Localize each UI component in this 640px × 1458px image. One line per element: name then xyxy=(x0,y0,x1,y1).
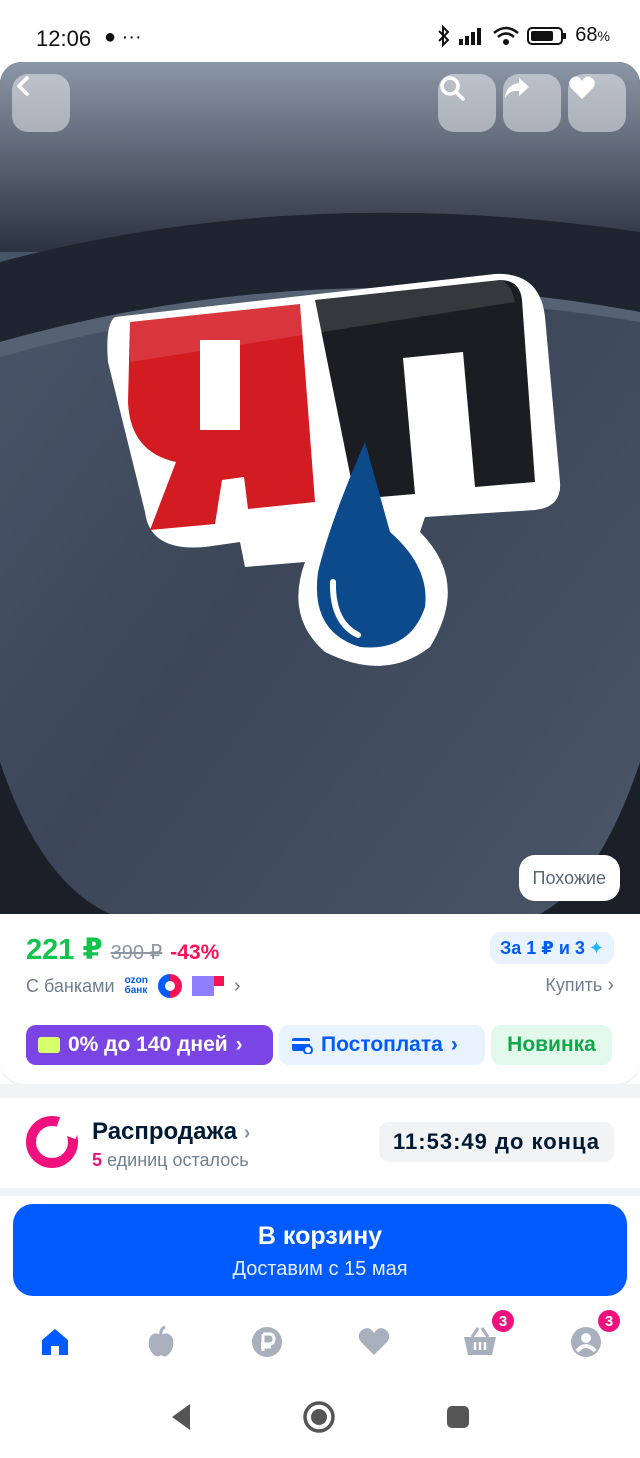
chevron-right-icon: › xyxy=(450,1033,458,1056)
fresh-icon xyxy=(148,1325,174,1357)
back-button[interactable] xyxy=(12,74,70,132)
add-to-cart-button[interactable]: В корзину Доставим с 15 мая xyxy=(13,1204,627,1296)
search-button[interactable] xyxy=(438,74,496,132)
home-icon xyxy=(42,1329,68,1355)
add-to-cart-label: В корзину xyxy=(257,1222,383,1250)
banks-row[interactable]: С банками ozon банк › xyxy=(26,974,241,998)
price-card: 221 ₽ 390 ₽ -43% За 1 ₽ и 3 ✦ С банками … xyxy=(0,914,640,1084)
similar-button[interactable]: Похожие xyxy=(518,855,620,901)
postpay-card-icon xyxy=(292,1038,313,1054)
price-row: 221 ₽ 390 ₽ -43% xyxy=(26,932,219,967)
product-photo xyxy=(0,62,640,914)
share-icon xyxy=(505,78,529,98)
nav-favorites[interactable] xyxy=(352,1320,396,1364)
favorites-icon xyxy=(358,1328,390,1355)
battery-icon xyxy=(527,26,567,45)
bank-card-icon xyxy=(191,976,224,996)
delivery-date: Доставим с 15 мая xyxy=(232,1258,408,1280)
system-recents-icon[interactable] xyxy=(446,1405,470,1429)
section-divider xyxy=(0,1084,640,1098)
installment-label: 0% до 140 дней xyxy=(68,1033,228,1056)
postpay-badge[interactable]: Постоплата › xyxy=(279,1025,485,1065)
status-right: 68% xyxy=(437,24,610,47)
system-navigation-bar xyxy=(0,1380,640,1458)
current-price: 221 ₽ xyxy=(26,934,103,966)
finance-icon xyxy=(252,1327,282,1357)
battery-percent: 68% xyxy=(575,24,610,46)
nav-cart[interactable]: 3 xyxy=(458,1308,516,1364)
status-notification-icons: ● ··· xyxy=(104,26,142,48)
back-icon xyxy=(17,76,29,96)
postpay-label: Постоплата xyxy=(321,1033,443,1056)
sale-remaining: 5 единиц осталось xyxy=(92,1150,249,1170)
chevron-right-icon: › xyxy=(243,1122,251,1144)
banks-label: С банками xyxy=(26,975,115,996)
payment-badges: 0% до 140 дней › Постоплата › Новинка xyxy=(26,1025,612,1065)
signal-icon xyxy=(459,27,482,45)
bluetooth-icon xyxy=(438,24,450,47)
nav-fresh[interactable] xyxy=(139,1320,183,1364)
points-promo-label: За 1 ₽ и 3 xyxy=(500,937,585,958)
section-divider xyxy=(0,1188,640,1196)
cart-count-badge: 3 xyxy=(490,1308,516,1334)
system-back-icon[interactable] xyxy=(168,1402,194,1432)
old-price: 390 ₽ xyxy=(110,942,163,964)
cart-icon xyxy=(464,1327,496,1355)
search-icon xyxy=(440,76,465,101)
wifi-icon xyxy=(493,26,520,45)
installment-badge[interactable]: 0% до 140 дней › xyxy=(26,1025,273,1065)
chevron-right-icon: › xyxy=(235,1033,243,1056)
chevron-right-icon: › xyxy=(233,974,241,997)
nav-finance[interactable] xyxy=(245,1320,289,1364)
points-promo[interactable]: За 1 ₽ и 3 ✦ xyxy=(490,932,614,964)
favorite-button[interactable] xyxy=(568,74,626,132)
sale-card[interactable]: Распродажа › 5 единиц осталось 11:53:49 … xyxy=(0,1098,640,1188)
sparkle-icon: ✦ xyxy=(588,937,604,958)
heart-icon xyxy=(569,76,595,99)
sale-title: Распродажа › xyxy=(92,1118,251,1145)
product-image[interactable]: Похожие xyxy=(0,62,640,914)
status-time: 12:06 xyxy=(36,26,92,51)
bottom-navigation: 3 3 xyxy=(0,1300,640,1380)
sale-logo-icon xyxy=(26,1116,78,1168)
discount-badge: -43% xyxy=(170,941,220,964)
card-icon xyxy=(38,1037,60,1053)
chevron-right-icon: › xyxy=(607,974,614,996)
bank-circle-icon xyxy=(157,974,182,998)
ozon-bank-logo: ozon банк xyxy=(124,975,148,996)
new-badge: Новинка xyxy=(491,1025,612,1065)
sale-timer: 11:53:49 до конца xyxy=(379,1122,614,1162)
status-bar: 12:06 ● ··· 68% xyxy=(0,0,640,62)
nav-profile[interactable]: 3 xyxy=(564,1308,622,1364)
nav-home[interactable] xyxy=(33,1320,77,1364)
profile-count-badge: 3 xyxy=(596,1308,622,1334)
system-home-icon[interactable] xyxy=(302,1400,336,1434)
buy-link[interactable]: Купить › xyxy=(545,974,614,997)
profile-icon xyxy=(571,1327,601,1357)
share-button[interactable] xyxy=(503,74,561,132)
